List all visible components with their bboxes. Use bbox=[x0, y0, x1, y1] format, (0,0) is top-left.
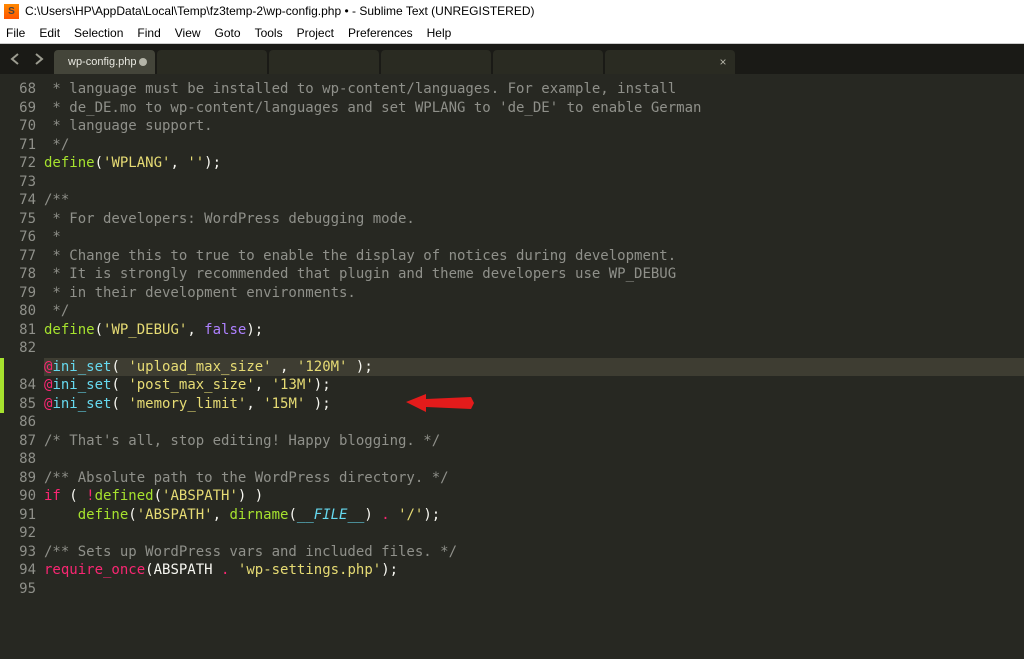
tab-ghost[interactable]: . × bbox=[605, 50, 735, 74]
line-number: 90 bbox=[0, 487, 36, 506]
line-number: 87 bbox=[0, 432, 36, 451]
editor[interactable]: 6869707172737475767778798081828384858687… bbox=[0, 74, 1024, 659]
menu-preferences[interactable]: Preferences bbox=[348, 26, 413, 40]
code-line[interactable]: define('WP_DEBUG', false); bbox=[44, 321, 1024, 340]
line-number: 76 bbox=[0, 228, 36, 247]
menu-project[interactable]: Project bbox=[297, 26, 334, 40]
line-number: 89 bbox=[0, 469, 36, 488]
tab-active[interactable]: wp-config.php bbox=[54, 50, 155, 74]
code-line[interactable]: */ bbox=[44, 136, 1024, 155]
tab-label: wp-config.php bbox=[68, 56, 137, 68]
code-line[interactable]: * de_DE.mo to wp-content/languages and s… bbox=[44, 99, 1024, 118]
line-number: 73 bbox=[0, 173, 36, 192]
code-line[interactable]: /** Absolute path to the WordPress direc… bbox=[44, 469, 1024, 488]
line-number: 79 bbox=[0, 284, 36, 303]
line-number: 69 bbox=[0, 99, 36, 118]
menu-find[interactable]: Find bbox=[137, 26, 160, 40]
code-line[interactable]: @ini_set( 'upload_max_size' , '120M' ); bbox=[44, 358, 1024, 377]
line-number: 86 bbox=[0, 413, 36, 432]
nav-back-icon[interactable] bbox=[10, 53, 22, 65]
line-number: 94 bbox=[0, 561, 36, 580]
line-number: 91 bbox=[0, 506, 36, 525]
line-number: 95 bbox=[0, 580, 36, 599]
tab-ghost[interactable]: . bbox=[493, 50, 603, 74]
menu-tools[interactable]: Tools bbox=[255, 26, 283, 40]
code-line[interactable]: /** Sets up WordPress vars and included … bbox=[44, 543, 1024, 562]
line-number: 68 bbox=[0, 80, 36, 99]
menubar: File Edit Selection Find View Goto Tools… bbox=[0, 22, 1024, 44]
line-number: 75 bbox=[0, 210, 36, 229]
code-line[interactable]: * For developers: WordPress debugging mo… bbox=[44, 210, 1024, 229]
line-number: 71 bbox=[0, 136, 36, 155]
code-line[interactable]: @ini_set( 'memory_limit', '15M' ); bbox=[44, 395, 1024, 414]
code-line[interactable]: * language must be installed to wp-conte… bbox=[44, 80, 1024, 99]
code-area[interactable]: * language must be installed to wp-conte… bbox=[44, 74, 1024, 659]
code-line[interactable]: @ini_set( 'post_max_size', '13M'); bbox=[44, 376, 1024, 395]
code-line[interactable]: * language support. bbox=[44, 117, 1024, 136]
close-icon[interactable]: × bbox=[719, 55, 726, 69]
code-line[interactable]: if ( !defined('ABSPATH') ) bbox=[44, 487, 1024, 506]
app-icon: S bbox=[4, 4, 19, 19]
line-number: 74 bbox=[0, 191, 36, 210]
window-title: C:\Users\HP\AppData\Local\Temp\fz3temp-2… bbox=[25, 4, 535, 18]
tab-ghost[interactable]: . bbox=[269, 50, 379, 74]
line-number-gutter: 6869707172737475767778798081828384858687… bbox=[0, 74, 44, 659]
window-titlebar: S C:\Users\HP\AppData\Local\Temp\fz3temp… bbox=[0, 0, 1024, 22]
line-number: 72 bbox=[0, 154, 36, 173]
line-number: 85 bbox=[0, 395, 36, 414]
code-line[interactable] bbox=[44, 580, 1024, 599]
menu-help[interactable]: Help bbox=[427, 26, 452, 40]
code-line[interactable]: require_once(ABSPATH . 'wp-settings.php'… bbox=[44, 561, 1024, 580]
code-line[interactable]: * It is strongly recommended that plugin… bbox=[44, 265, 1024, 284]
line-number: 82 bbox=[0, 339, 36, 358]
code-line[interactable]: * bbox=[44, 228, 1024, 247]
line-number: 88 bbox=[0, 450, 36, 469]
line-number: 78 bbox=[0, 265, 36, 284]
code-line[interactable] bbox=[44, 524, 1024, 543]
code-line[interactable]: define('WPLANG', ''); bbox=[44, 154, 1024, 173]
menu-view[interactable]: View bbox=[175, 26, 201, 40]
code-line[interactable]: /** bbox=[44, 191, 1024, 210]
nav-forward-icon[interactable] bbox=[32, 53, 44, 65]
line-number: 84 bbox=[0, 376, 36, 395]
code-line[interactable]: define('ABSPATH', dirname(__FILE__) . '/… bbox=[44, 506, 1024, 525]
menu-edit[interactable]: Edit bbox=[39, 26, 60, 40]
line-number: 81 bbox=[0, 321, 36, 340]
tab-ghost[interactable]: . bbox=[381, 50, 491, 74]
line-number: 93 bbox=[0, 543, 36, 562]
code-line[interactable]: * Change this to true to enable the disp… bbox=[44, 247, 1024, 266]
code-line[interactable] bbox=[44, 339, 1024, 358]
code-line[interactable]: /* That's all, stop editing! Happy blogg… bbox=[44, 432, 1024, 451]
code-line[interactable] bbox=[44, 413, 1024, 432]
code-line[interactable] bbox=[44, 450, 1024, 469]
code-line[interactable]: */ bbox=[44, 302, 1024, 321]
menu-file[interactable]: File bbox=[6, 26, 25, 40]
line-number: 70 bbox=[0, 117, 36, 136]
modified-indicator bbox=[0, 358, 4, 414]
tab-ghost[interactable]: . bbox=[157, 50, 267, 74]
code-line[interactable] bbox=[44, 173, 1024, 192]
menu-selection[interactable]: Selection bbox=[74, 26, 123, 40]
tab-strip: wp-config.php . . . . . × bbox=[0, 44, 1024, 74]
tab-dirty-indicator bbox=[139, 58, 147, 66]
menu-goto[interactable]: Goto bbox=[215, 26, 241, 40]
line-number: 77 bbox=[0, 247, 36, 266]
line-number: 92 bbox=[0, 524, 36, 543]
line-number: 80 bbox=[0, 302, 36, 321]
code-line[interactable]: * in their development environments. bbox=[44, 284, 1024, 303]
